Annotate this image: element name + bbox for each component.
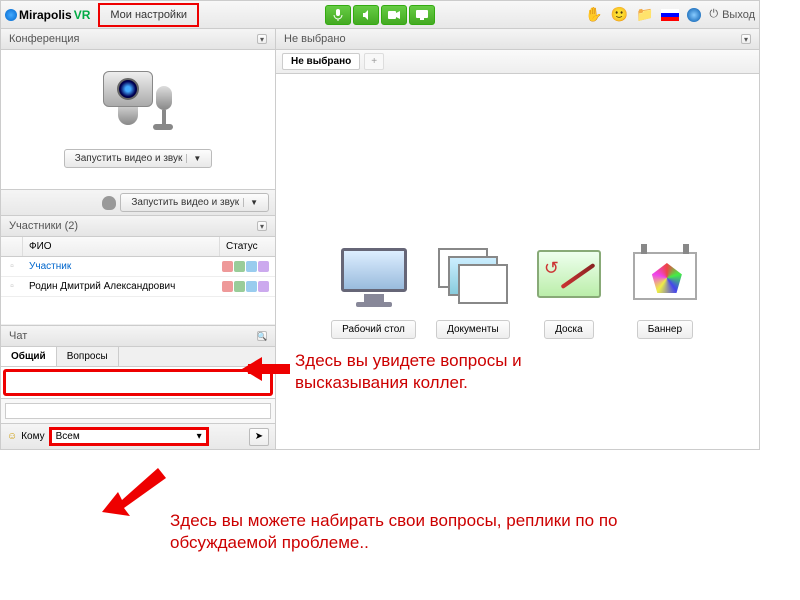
participant-name: Родин Дмитрий Александрович	[23, 278, 220, 295]
logo-icon	[5, 9, 17, 21]
content-title: Не выбрано	[284, 33, 346, 45]
chevron-down-icon: ▼	[243, 198, 258, 207]
col-name: ФИО	[23, 237, 220, 256]
hand-icon[interactable]: ✋	[585, 6, 602, 23]
participant-name[interactable]: Участник	[23, 258, 220, 275]
tab-questions[interactable]: Вопросы	[57, 347, 119, 366]
start-av-button[interactable]: Запустить видео и звук ▼	[64, 149, 213, 168]
participants-title: Участники (2)	[9, 220, 78, 232]
banner-icon	[626, 244, 704, 312]
share-label: Рабочий стол	[331, 320, 416, 339]
webcam-preview	[93, 71, 183, 141]
start-av-label-2: Запустить видео и звук	[131, 197, 239, 208]
flag-ru-icon[interactable]	[661, 9, 679, 21]
smile-icon[interactable]: 🙂	[611, 6, 628, 23]
conference-panel: Запустить видео и звук ▼	[1, 50, 275, 190]
annotation-text: Здесь вы увидете вопросы и высказывания …	[295, 350, 595, 394]
komu-label: Кому	[21, 431, 44, 442]
tab-general[interactable]: Общий	[1, 347, 57, 366]
participants-table: ФИО Статус ▫ Участник ▫ Родин Дмитрий Ал	[1, 237, 275, 326]
logo: MirapolisVR	[5, 8, 90, 22]
add-tab-button[interactable]: +	[364, 53, 384, 70]
start-av-button-2[interactable]: Запустить видео и звук ▼	[120, 193, 269, 212]
status-icon[interactable]	[246, 281, 257, 292]
annotation-text: Здесь вы можете набирать свои вопросы, р…	[170, 510, 690, 554]
start-av-label: Запустить видео и звук	[75, 153, 183, 164]
send-button[interactable]: ➤	[249, 428, 269, 446]
annotation-arrow	[100, 450, 170, 520]
panel-caret-icon[interactable]: ▾	[257, 221, 267, 231]
brand-text: Mirapolis	[19, 8, 72, 22]
content-tab[interactable]: Не выбрано	[282, 53, 360, 70]
col-status: Статус	[220, 237, 275, 256]
share-board[interactable]: ↺ Доска	[530, 244, 608, 339]
table-head: ФИО Статус	[1, 237, 275, 257]
content-header: Не выбрано ▾	[276, 29, 759, 50]
folder-icon[interactable]: 📁	[636, 6, 653, 23]
top-center-controls	[325, 5, 435, 25]
conference-title: Конференция	[9, 33, 79, 45]
chat-header: Чат 🔍	[1, 326, 275, 347]
recipient-value: Всем	[56, 431, 80, 442]
exit-button[interactable]: ⏻ Выход	[709, 8, 755, 21]
brand-suffix: VR	[74, 8, 91, 22]
chat-title: Чат	[9, 330, 27, 342]
status-icon[interactable]	[258, 281, 269, 292]
status-icon[interactable]	[234, 281, 245, 292]
documents-icon	[434, 244, 512, 312]
user-icon	[102, 196, 116, 210]
chevron-down-icon: ▾	[197, 431, 202, 442]
topbar: MirapolisVR Мои настройки ✋ 🙂 📁 ⏻ Выход	[1, 1, 759, 29]
status-icon[interactable]	[222, 261, 233, 272]
share-documents[interactable]: Документы	[434, 244, 512, 339]
globe-icon[interactable]	[687, 8, 701, 22]
status-icon[interactable]	[234, 261, 245, 272]
share-label: Документы	[436, 320, 510, 339]
desktop-icon	[335, 244, 413, 312]
exit-icon: ⏻	[709, 8, 718, 21]
my-settings-button[interactable]: Мои настройки	[98, 3, 199, 27]
recipient-row: ☺ Кому Всем ▾ ➤	[1, 423, 275, 449]
screen-button[interactable]	[409, 5, 435, 25]
table-row[interactable]: ▫ Родин Дмитрий Александрович	[1, 277, 275, 297]
panel-caret-icon[interactable]: ▾	[257, 34, 267, 44]
chat-input-row	[1, 398, 275, 423]
chat-input[interactable]	[5, 403, 271, 419]
recipient-select[interactable]: Всем ▾	[49, 427, 209, 446]
top-right: ✋ 🙂 📁 ⏻ Выход	[585, 6, 755, 23]
status-icon[interactable]	[258, 261, 269, 272]
participants-header: Участники (2) ▾	[1, 216, 275, 237]
smile-icon[interactable]: ☺	[7, 431, 17, 442]
search-icon[interactable]: 🔍	[257, 331, 267, 341]
left-column: Конференция ▾ Запустить видео и звук ▼ З…	[1, 29, 276, 449]
camera-button[interactable]	[381, 5, 407, 25]
table-row[interactable]: ▫ Участник	[1, 257, 275, 277]
share-label: Доска	[544, 320, 594, 339]
av-subbar: Запустить видео и звук ▼	[1, 190, 275, 216]
panel-caret-icon[interactable]: ▾	[741, 34, 751, 44]
conference-header: Конференция ▾	[1, 29, 275, 50]
annotation-arrow	[230, 358, 290, 378]
board-icon: ↺	[530, 244, 608, 312]
status-icon[interactable]	[246, 261, 257, 272]
chevron-down-icon: ▼	[186, 154, 201, 163]
share-desktop[interactable]: Рабочий стол	[331, 244, 416, 339]
table-row	[1, 297, 275, 325]
audio-button[interactable]	[353, 5, 379, 25]
exit-label: Выход	[722, 9, 755, 21]
share-banner[interactable]: Баннер	[626, 244, 704, 339]
content-tabs: Не выбрано +	[276, 50, 759, 74]
status-icon[interactable]	[222, 281, 233, 292]
share-label: Баннер	[637, 320, 693, 339]
mic-toggle-button[interactable]	[325, 5, 351, 25]
